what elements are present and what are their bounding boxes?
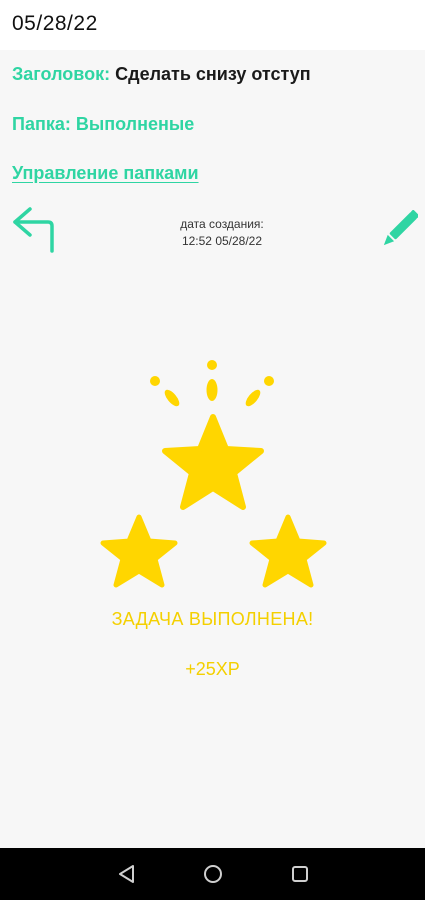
task-title-value: Сделать снизу отступ (115, 64, 311, 84)
task-folder-value: Выполненые (75, 114, 195, 134)
manage-folders-link[interactable]: Управление папками (12, 163, 199, 184)
sparkle-dash-center (206, 379, 218, 401)
back-arrow-icon (13, 207, 54, 253)
task-folder-row: Папка: Выполненые (12, 114, 194, 135)
three-stars-icon (100, 360, 327, 588)
task-folder-label: Папка: (12, 114, 71, 134)
sparkle-dash-right (245, 389, 261, 407)
task-title-label: Заголовок: (12, 64, 111, 84)
status-date: 05/28/22 (12, 12, 98, 35)
star-top (162, 414, 264, 510)
status-bar: 05/28/22 (0, 0, 425, 50)
task-detail-screen: 05/28/22 Заголовок: Сделать снизу отступ… (0, 0, 425, 900)
sparkle-dot-right (264, 376, 274, 386)
square-recents-icon (292, 866, 308, 882)
nav-back-button[interactable] (115, 862, 139, 886)
task-title-row: Заголовок: Сделать снизу отступ (12, 64, 311, 85)
nav-recents-button[interactable] (288, 862, 312, 886)
circle-home-icon (204, 865, 222, 883)
sparkle-dot-left (150, 376, 160, 386)
triangle-back-icon (119, 865, 134, 883)
task-completed-message: ЗАДАЧА ВЫПОЛНЕНА! (111, 609, 314, 629)
creation-date-label: дата создания: (180, 217, 264, 231)
system-navigation-bar (0, 848, 425, 900)
back-button[interactable] (10, 205, 56, 253)
xp-reward: +25XP (185, 659, 240, 679)
creation-date-block: дата создания: 12:52 05/28/22 (120, 216, 324, 250)
nav-home-button[interactable] (201, 862, 225, 886)
sparkle-dash-left (164, 389, 180, 407)
star-left (100, 514, 178, 588)
star-right (249, 514, 327, 588)
edit-button[interactable] (378, 210, 419, 252)
creation-date-value: 12:52 05/28/22 (181, 234, 263, 248)
pencil-icon (383, 210, 419, 246)
sparkle-dot-top (207, 360, 217, 370)
